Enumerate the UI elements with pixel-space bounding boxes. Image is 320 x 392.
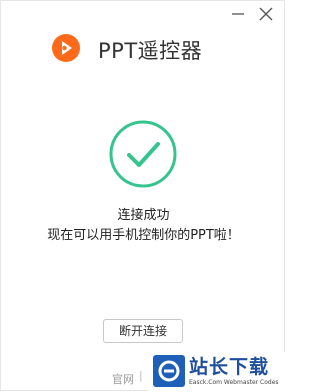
watermark-subtitle: Easck.Com Webmaster Codes (189, 379, 279, 386)
checkmark-circle-icon (109, 120, 177, 188)
app-title: PPT遥控器 (98, 39, 203, 63)
status-message: 现在可以用手机控制你的PPT啦！ (47, 228, 240, 243)
watermark: 站长下载 Easck.Com Webmaster Codes (149, 352, 286, 392)
watermark-logo-icon (153, 355, 185, 387)
disconnect-button[interactable]: 断开连接 (103, 319, 183, 343)
watermark-title: 站长下载 (189, 356, 270, 378)
close-icon (259, 7, 273, 21)
app-window: PPT遥控器 连接成功 现在可以用手机控制你的PPT啦！ 断开连接 官网 | 站… (0, 0, 286, 392)
footer-divider: | (139, 369, 143, 382)
close-button[interactable] (255, 3, 277, 25)
official-site-link[interactable]: 官网 (112, 371, 134, 387)
minimize-icon (232, 13, 244, 15)
status-title: 连接成功 (117, 208, 170, 223)
app-logo-icon (52, 34, 80, 62)
minimize-button[interactable] (227, 3, 249, 25)
